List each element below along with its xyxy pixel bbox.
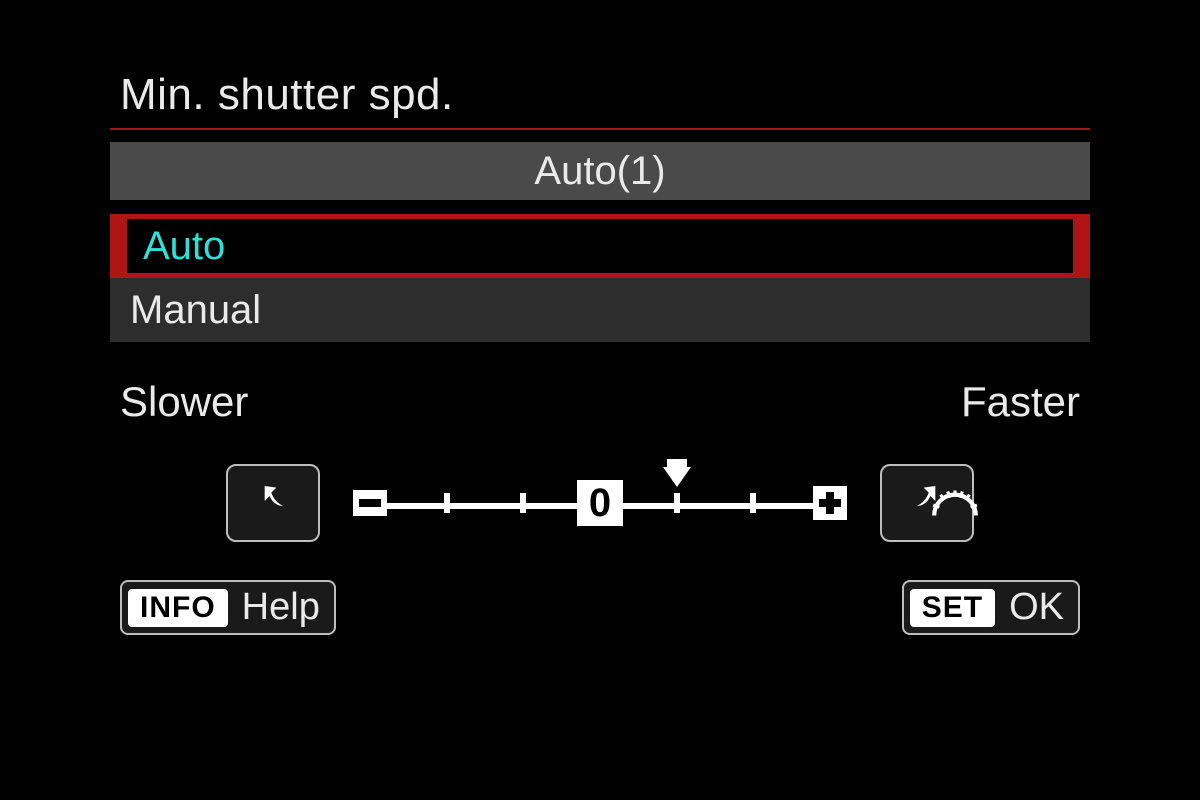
slider-tick	[444, 493, 450, 513]
info-badge: INFO	[128, 589, 228, 627]
page-title: Min. shutter spd.	[110, 70, 1090, 120]
range-labels: Slower Faster	[110, 378, 1090, 426]
current-value-bar: Auto(1)	[110, 142, 1090, 200]
slider-tick	[520, 493, 526, 513]
footer-bar: INFO Help SET OK	[110, 580, 1090, 635]
mode-options: Auto Manual	[110, 214, 1090, 342]
slider-row: 0	[110, 464, 1090, 542]
info-help-button[interactable]: INFO Help	[120, 580, 336, 635]
speed-slider[interactable]: 0	[350, 473, 850, 533]
slider-zero-icon: 0	[577, 480, 623, 526]
set-ok-button[interactable]: SET OK	[902, 580, 1080, 635]
ok-label: OK	[1009, 586, 1064, 629]
slider-plus-icon	[813, 486, 847, 520]
slider-pointer-arrow	[663, 467, 691, 487]
range-faster-label: Faster	[961, 378, 1080, 426]
set-badge: SET	[910, 589, 995, 627]
option-manual[interactable]: Manual	[110, 278, 1090, 342]
option-auto[interactable]: Auto	[110, 214, 1090, 278]
dial-icon	[930, 478, 980, 528]
current-value-text: Auto(1)	[534, 149, 665, 194]
option-auto-label: Auto	[143, 224, 225, 269]
undo-arrow-icon	[253, 481, 293, 526]
title-divider	[110, 128, 1090, 130]
slider-tick	[674, 493, 680, 513]
range-slower-label: Slower	[120, 378, 248, 426]
camera-menu-screen: Min. shutter spd. Auto(1) Auto Manual Sl…	[0, 0, 1200, 800]
undo-arrow-button[interactable]	[226, 464, 320, 542]
slider-tick	[750, 493, 756, 513]
help-label: Help	[242, 586, 320, 629]
slider-minus-icon	[353, 490, 387, 516]
option-manual-label: Manual	[130, 288, 261, 333]
